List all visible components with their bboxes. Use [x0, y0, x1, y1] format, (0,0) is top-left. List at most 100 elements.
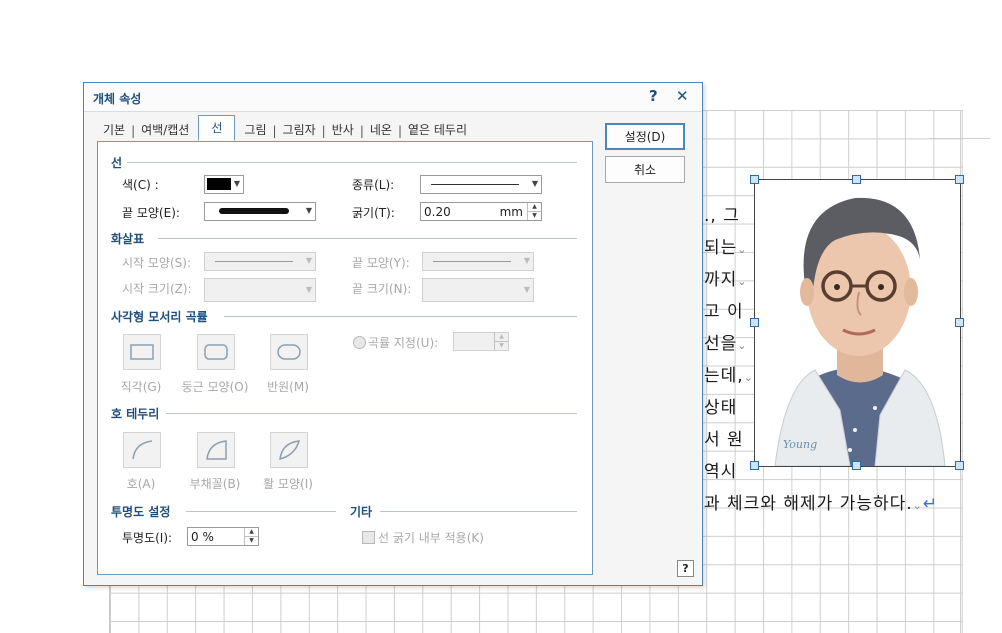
ok-button[interactable]: 설정(D) [605, 123, 685, 150]
help-button[interactable]: ? [677, 560, 694, 577]
end-shape-label: 끝 모양(E): [122, 206, 180, 220]
resize-handle-right[interactable] [955, 318, 964, 327]
tab-margin-caption[interactable]: 여백/캡션 [136, 119, 194, 141]
cancel-button[interactable]: 취소 [605, 156, 685, 183]
transparency-label: 투명도(I): [122, 531, 173, 545]
curvature-spinbox[interactable]: ▲ ▼ [453, 332, 509, 351]
apply-inside-checkbox[interactable] [362, 531, 375, 544]
arrow-end-shape-label: 끝 모양(Y): [352, 256, 410, 270]
tab-neon[interactable]: 네온 [365, 119, 397, 141]
line-type-label: 종류(L): [352, 178, 395, 192]
tab-reflection[interactable]: 반사 [327, 119, 359, 141]
portrait-image[interactable]: Young [754, 179, 961, 467]
dialog-titlebar[interactable]: 개체 속성 ? ✕ [84, 83, 702, 112]
resize-handle-left[interactable] [750, 318, 759, 327]
line-tab-panel: 선 색(C) : ▼ 종류(L): ▼ 끝 모양(E): ▼ 굵기(T): 0.… [97, 141, 593, 575]
resize-handle-top[interactable] [852, 175, 861, 184]
apply-inside-label: 선 굵기 내부 적용(K) [378, 531, 484, 545]
arc-icon [132, 440, 153, 460]
round-end-preview [219, 208, 289, 214]
chord-icon [279, 440, 301, 461]
dialog-title: 개체 속성 [93, 92, 142, 106]
close-button[interactable]: ✕ [676, 87, 689, 105]
section-title-line: 선 [111, 156, 123, 170]
pie-caption: 부채꼴(B) [189, 477, 241, 491]
rounded-corner-icon [204, 344, 228, 360]
doc-line: 선을 [704, 334, 738, 354]
doc-line: 상태 [704, 398, 738, 418]
doc-last-line: 과 체크와 해제가 가능하다. [704, 494, 913, 514]
pie-icon [206, 440, 227, 460]
chord-option[interactable] [270, 432, 308, 468]
pie-option[interactable] [197, 432, 235, 468]
thickness-spinbox[interactable]: 0.20 mm ▲ ▼ [420, 202, 542, 221]
document-margin-line [930, 138, 990, 139]
line-type-select[interactable]: ▼ [420, 175, 542, 194]
arc-option[interactable] [123, 432, 161, 468]
arrow-end-size-select[interactable]: ▼ [422, 278, 534, 302]
section-divider [224, 316, 577, 317]
thickness-unit: mm [499, 205, 523, 219]
section-title-arrow: 화살표 [111, 232, 145, 246]
spin-buttons[interactable]: ▲ ▼ [244, 528, 258, 545]
section-title-arc: 호 테두리 [111, 407, 160, 421]
doc-line: 되는 [704, 238, 738, 258]
solid-line-preview [431, 184, 519, 185]
rounded-corner-option[interactable] [197, 334, 235, 370]
start-size-label: 시작 크기(Z): [122, 282, 192, 296]
resize-handle-top-left[interactable] [750, 175, 759, 184]
chevron-down-icon: ▼ [305, 206, 312, 215]
square-corner-option[interactable] [123, 334, 161, 370]
chevron-down-icon: ▼ [233, 179, 240, 188]
section-title-transparency: 투명도 설정 [111, 505, 171, 519]
tab-basic[interactable]: 기본 [98, 119, 130, 141]
doc-line: 고 이 [704, 302, 744, 322]
resize-handle-top-right[interactable] [955, 175, 964, 184]
square-corner-caption: 직각(G) [120, 380, 162, 394]
arc-caption: 호(A) [126, 477, 156, 491]
doc-line: 까지 [704, 270, 738, 290]
doc-line: ., 그 [704, 206, 740, 226]
color-picker[interactable]: ▼ [204, 175, 244, 194]
resize-handle-bottom-right[interactable] [955, 461, 964, 470]
end-shape-select[interactable]: ▼ [204, 202, 316, 221]
arrow-end-shape-select[interactable]: ▼ [422, 252, 534, 271]
semicircle-corner-icon [277, 344, 301, 360]
transparency-spinbox[interactable]: 0 % ▲ ▼ [187, 527, 259, 546]
chevron-down-icon: ▼ [531, 179, 538, 188]
thickness-value: 0.20 [424, 205, 451, 219]
color-label: 색(C) : [122, 178, 159, 192]
tab-picture[interactable]: 그림 [239, 119, 271, 141]
arrow-start-shape-select[interactable]: ▼ [204, 252, 316, 271]
resize-handle-bottom-left[interactable] [750, 461, 759, 470]
section-divider [380, 511, 577, 512]
section-title-corner: 사각형 모서리 곡률 [111, 310, 208, 324]
rounded-corner-caption: 둥근 모양(O) [181, 380, 249, 394]
help-title-button[interactable]: ? [649, 87, 658, 105]
thickness-label: 굵기(T): [352, 206, 395, 220]
doc-line: 역시 [704, 462, 738, 482]
transparency-value: 0 % [191, 530, 214, 544]
semicircle-corner-option[interactable] [270, 334, 308, 370]
end-size-label: 끝 크기(N): [352, 282, 412, 296]
tab-strip: 기본 | 여백/캡션 선 그림 | 그림자 | 반사 | 네온 | 옅은 테두리 [98, 115, 472, 141]
doc-line: 는데, [704, 366, 744, 386]
section-divider [158, 238, 577, 239]
start-shape-label: 시작 모양(S): [122, 256, 191, 270]
semicircle-corner-caption: 반원(M) [267, 380, 309, 394]
section-title-other: 기타 [350, 505, 373, 519]
tab-soft-edge[interactable]: 옅은 테두리 [403, 119, 472, 141]
curvature-label: 곡률 지정(U): [368, 336, 439, 350]
section-divider [186, 511, 336, 512]
square-corner-icon [130, 344, 154, 360]
tab-line[interactable]: 선 [198, 115, 236, 141]
object-properties-dialog: 개체 속성 ? ✕ 기본 | 여백/캡션 선 그림 | 그림자 | 반사 | 네… [83, 82, 703, 586]
tab-shadow[interactable]: 그림자 [278, 119, 321, 141]
portrait-signature: Young [783, 438, 817, 451]
portrait-drawing: Young [774, 197, 946, 466]
color-swatch [207, 178, 231, 190]
curvature-radio[interactable] [353, 336, 366, 349]
spin-buttons[interactable]: ▲ ▼ [527, 203, 541, 220]
arrow-start-size-select[interactable]: ▼ [204, 278, 316, 302]
resize-handle-bottom[interactable] [852, 461, 861, 470]
